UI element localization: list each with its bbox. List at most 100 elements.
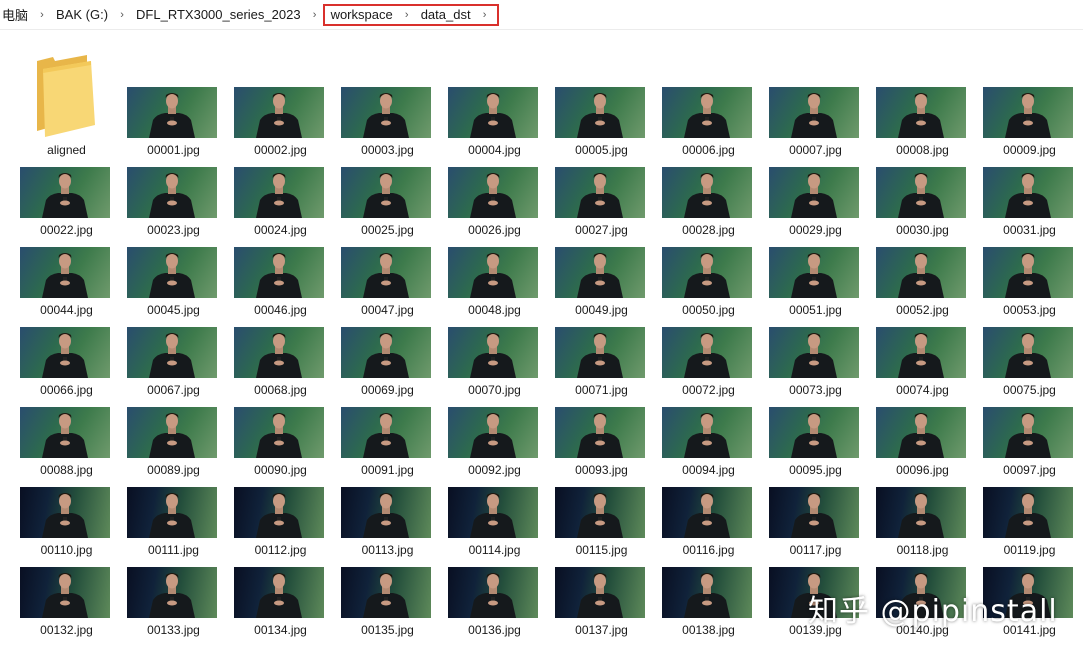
file-item[interactable]: 00095.jpg: [762, 367, 869, 477]
file-item[interactable]: 00097.jpg: [976, 367, 1083, 477]
chevron-right-icon[interactable]: ›: [32, 9, 52, 21]
folder-item-aligned[interactable]: aligned: [13, 47, 120, 157]
file-label: 00133.jpg: [147, 623, 200, 637]
file-item[interactable]: 00006.jpg: [655, 47, 762, 157]
breadcrumb-item-workspace[interactable]: workspace: [329, 7, 397, 22]
file-item[interactable]: 00045.jpg: [120, 207, 227, 317]
file-item[interactable]: 00069.jpg: [334, 287, 441, 397]
file-item[interactable]: 00118.jpg: [869, 447, 976, 557]
file-item[interactable]: 00135.jpg: [334, 527, 441, 637]
file-item[interactable]: 00072.jpg: [655, 287, 762, 397]
file-item[interactable]: 00114.jpg: [441, 447, 548, 557]
file-item[interactable]: 00071.jpg: [548, 287, 655, 397]
image-thumbnail: [341, 567, 431, 618]
file-item[interactable]: 00116.jpg: [655, 447, 762, 557]
file-item[interactable]: 00050.jpg: [655, 207, 762, 317]
file-item[interactable]: 00091.jpg: [334, 367, 441, 477]
file-item[interactable]: 00025.jpg: [334, 127, 441, 237]
watermark: 知乎 @pipinstall: [808, 594, 1058, 629]
file-item[interactable]: 00073.jpg: [762, 287, 869, 397]
file-item[interactable]: 00093.jpg: [548, 367, 655, 477]
file-item[interactable]: 00024.jpg: [227, 127, 334, 237]
file-item[interactable]: 00052.jpg: [869, 207, 976, 317]
file-item[interactable]: 00132.jpg: [13, 527, 120, 637]
file-item[interactable]: 00046.jpg: [227, 207, 334, 317]
file-item[interactable]: 00092.jpg: [441, 367, 548, 477]
file-item[interactable]: 00113.jpg: [334, 447, 441, 557]
file-item[interactable]: 00022.jpg: [13, 127, 120, 237]
file-item[interactable]: 00138.jpg: [655, 527, 762, 637]
file-item[interactable]: 00028.jpg: [655, 127, 762, 237]
file-item[interactable]: 00067.jpg: [120, 287, 227, 397]
photo-content: [470, 573, 516, 618]
file-item[interactable]: 00094.jpg: [655, 367, 762, 477]
file-item[interactable]: 00044.jpg: [13, 207, 120, 317]
breadcrumb-highlight-box: workspace › data_dst ›: [322, 3, 499, 26]
file-grid: aligned 00001.jpg 00002.jpg 00003.jpg 00004…: [13, 47, 1083, 637]
file-item[interactable]: 00133.jpg: [120, 527, 227, 637]
file-item[interactable]: 00030.jpg: [869, 127, 976, 237]
image-thumbnail: [662, 567, 752, 618]
file-item[interactable]: 00112.jpg: [227, 447, 334, 557]
file-label: 00136.jpg: [468, 623, 521, 637]
file-item[interactable]: 00049.jpg: [548, 207, 655, 317]
image-thumbnail: [448, 567, 538, 618]
chevron-right-icon[interactable]: ›: [475, 9, 495, 21]
breadcrumb-item-computer[interactable]: 电脑: [0, 5, 32, 24]
file-item[interactable]: 00029.jpg: [762, 127, 869, 237]
file-item[interactable]: 00134.jpg: [227, 527, 334, 637]
file-item[interactable]: 00008.jpg: [869, 47, 976, 157]
breadcrumb-item-dfl-folder[interactable]: DFL_RTX3000_series_2023: [132, 7, 305, 22]
image-thumbnail: [127, 567, 217, 618]
image-thumbnail: [234, 567, 324, 618]
file-item[interactable]: 00027.jpg: [548, 127, 655, 237]
file-item[interactable]: 00111.jpg: [120, 447, 227, 557]
file-item[interactable]: 00003.jpg: [334, 47, 441, 157]
photo-content: [684, 573, 730, 618]
file-item[interactable]: 00026.jpg: [441, 127, 548, 237]
file-item[interactable]: 00031.jpg: [976, 127, 1083, 237]
file-label: 00132.jpg: [40, 623, 93, 637]
file-item[interactable]: 00004.jpg: [441, 47, 548, 157]
breadcrumb: 电脑 › BAK (G:) › DFL_RTX3000_series_2023 …: [0, 0, 1083, 30]
file-item[interactable]: 00051.jpg: [762, 207, 869, 317]
image-thumbnail: [555, 567, 645, 618]
photo-content: [256, 573, 302, 618]
file-label: 00134.jpg: [254, 623, 307, 637]
file-label: 00137.jpg: [575, 623, 628, 637]
file-item[interactable]: 00136.jpg: [441, 527, 548, 637]
file-item[interactable]: 00137.jpg: [548, 527, 655, 637]
chevron-right-icon[interactable]: ›: [305, 9, 325, 21]
photo-content: [577, 573, 623, 618]
file-item[interactable]: 00110.jpg: [13, 447, 120, 557]
file-item[interactable]: 00090.jpg: [227, 367, 334, 477]
breadcrumb-item-drive[interactable]: BAK (G:): [52, 7, 112, 22]
photo-content: [363, 573, 409, 618]
breadcrumb-item-data-dst[interactable]: data_dst: [417, 7, 475, 22]
file-item[interactable]: 00001.jpg: [120, 47, 227, 157]
file-item[interactable]: 00115.jpg: [548, 447, 655, 557]
file-item[interactable]: 00007.jpg: [762, 47, 869, 157]
file-item[interactable]: 00066.jpg: [13, 287, 120, 397]
file-item[interactable]: 00048.jpg: [441, 207, 548, 317]
file-item[interactable]: 00089.jpg: [120, 367, 227, 477]
file-item[interactable]: 00070.jpg: [441, 287, 548, 397]
file-item[interactable]: 00088.jpg: [13, 367, 120, 477]
file-item[interactable]: 00023.jpg: [120, 127, 227, 237]
chevron-right-icon[interactable]: ›: [112, 9, 132, 21]
chevron-right-icon[interactable]: ›: [397, 9, 417, 21]
file-item[interactable]: 00119.jpg: [976, 447, 1083, 557]
file-item[interactable]: 00002.jpg: [227, 47, 334, 157]
file-item[interactable]: 00117.jpg: [762, 447, 869, 557]
file-item[interactable]: 00047.jpg: [334, 207, 441, 317]
file-item[interactable]: 00009.jpg: [976, 47, 1083, 157]
photo-content: [149, 573, 195, 618]
file-item[interactable]: 00074.jpg: [869, 287, 976, 397]
file-item[interactable]: 00053.jpg: [976, 207, 1083, 317]
file-item[interactable]: 00096.jpg: [869, 367, 976, 477]
photo-content: [42, 573, 88, 618]
file-item[interactable]: 00068.jpg: [227, 287, 334, 397]
file-label: 00138.jpg: [682, 623, 735, 637]
file-item[interactable]: 00005.jpg: [548, 47, 655, 157]
file-item[interactable]: 00075.jpg: [976, 287, 1083, 397]
